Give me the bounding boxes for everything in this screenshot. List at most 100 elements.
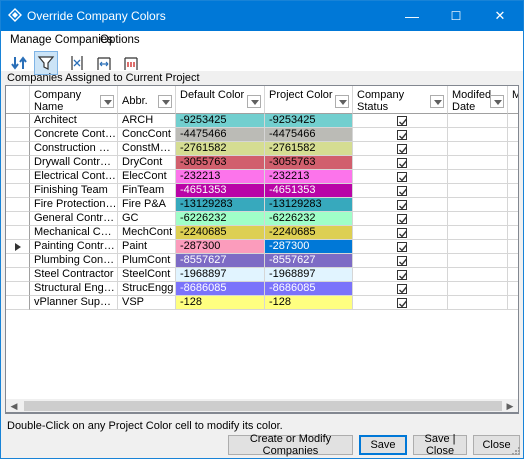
company-name-cell[interactable]: General Contractor: [30, 212, 118, 226]
abbr-cell[interactable]: SteelCont: [118, 268, 176, 282]
modified-by-cell[interactable]: [508, 128, 518, 142]
column-filter-button[interactable]: [158, 95, 172, 108]
column-header-abbr[interactable]: Abbr.: [118, 86, 176, 114]
column-header-modified-by[interactable]: Mo By: [508, 86, 518, 114]
status-checkbox[interactable]: [397, 256, 408, 266]
company-name-cell[interactable]: Steel Contractor: [30, 268, 118, 282]
table-row[interactable]: General ContractorGC-6226232-6226232: [6, 212, 518, 226]
row-header[interactable]: [6, 296, 30, 310]
project-color-cell[interactable]: -8557627: [265, 254, 353, 268]
company-status-cell[interactable]: [353, 268, 448, 282]
status-checkbox[interactable]: [397, 172, 408, 182]
modified-date-cell[interactable]: [448, 114, 508, 128]
company-name-cell[interactable]: Structural Engineer: [30, 282, 118, 296]
abbr-cell[interactable]: VSP: [118, 296, 176, 310]
status-checkbox[interactable]: [397, 270, 408, 280]
company-name-cell[interactable]: Construction Management: [30, 142, 118, 156]
modified-date-cell[interactable]: [448, 128, 508, 142]
save-button[interactable]: Save: [359, 435, 407, 455]
company-status-cell[interactable]: [353, 226, 448, 240]
table-row[interactable]: Concrete ContractorConcCont-4475466-4475…: [6, 128, 518, 142]
default-color-cell[interactable]: -1968897: [176, 268, 265, 282]
modified-date-cell[interactable]: [448, 184, 508, 198]
row-header[interactable]: [6, 170, 30, 184]
abbr-cell[interactable]: MechCont: [118, 226, 176, 240]
modified-by-cell[interactable]: [508, 156, 518, 170]
row-header[interactable]: [6, 156, 30, 170]
close-window-button[interactable]: ✕: [478, 1, 522, 31]
company-status-cell[interactable]: [353, 254, 448, 268]
company-status-cell[interactable]: [353, 128, 448, 142]
modified-by-cell[interactable]: [508, 282, 518, 296]
modified-date-cell[interactable]: [448, 142, 508, 156]
project-color-cell[interactable]: -1968897: [265, 268, 353, 282]
modified-by-cell[interactable]: [508, 254, 518, 268]
modified-date-cell[interactable]: [448, 254, 508, 268]
default-color-cell[interactable]: -2761582: [176, 142, 265, 156]
company-status-cell[interactable]: [353, 296, 448, 310]
modified-date-cell[interactable]: [448, 170, 508, 184]
default-color-cell[interactable]: -3055763: [176, 156, 265, 170]
project-color-cell[interactable]: -2240685: [265, 226, 353, 240]
modified-by-cell[interactable]: [508, 114, 518, 128]
abbr-cell[interactable]: ElecCont: [118, 170, 176, 184]
modified-by-cell[interactable]: [508, 198, 518, 212]
default-color-cell[interactable]: -8686085: [176, 282, 265, 296]
project-color-cell[interactable]: -13129283: [265, 198, 353, 212]
abbr-cell[interactable]: Paint: [118, 240, 176, 254]
column-filter-button[interactable]: [100, 95, 114, 108]
modified-date-cell[interactable]: [448, 282, 508, 296]
company-name-cell[interactable]: Concrete Contractor: [30, 128, 118, 142]
status-checkbox[interactable]: [397, 228, 408, 238]
status-checkbox[interactable]: [397, 144, 408, 154]
default-color-cell[interactable]: -9253425: [176, 114, 265, 128]
column-header-modified-date[interactable]: Modifed Date: [448, 86, 508, 114]
modified-by-cell[interactable]: [508, 184, 518, 198]
abbr-cell[interactable]: GC: [118, 212, 176, 226]
row-header[interactable]: [6, 226, 30, 240]
companies-grid[interactable]: Company Name Abbr. Default Color Project Co…: [5, 85, 519, 414]
company-status-cell[interactable]: [353, 198, 448, 212]
menu-manage-companies[interactable]: Manage Companies: [10, 34, 113, 46]
table-row[interactable]: Steel Contractor SteelCont -1968897 -196889…: [6, 268, 518, 282]
project-color-cell[interactable]: -128: [265, 296, 353, 310]
menu-options[interactable]: Options: [100, 34, 140, 46]
modified-date-cell[interactable]: [448, 296, 508, 310]
default-color-cell[interactable]: -2240685: [176, 226, 265, 240]
column-header-project-color[interactable]: Project Color: [265, 86, 353, 114]
abbr-cell[interactable]: ConcCont: [118, 128, 176, 142]
abbr-cell[interactable]: StrucEngg: [118, 282, 176, 296]
company-status-cell[interactable]: [353, 212, 448, 226]
row-header[interactable]: [6, 114, 30, 128]
status-checkbox[interactable]: [397, 130, 408, 140]
modified-by-cell[interactable]: [508, 142, 518, 156]
table-row[interactable]: Drywall Contractor DryCont -3055763 -305576…: [6, 156, 518, 170]
resize-grip-icon[interactable]: [511, 446, 521, 456]
modified-by-cell[interactable]: [508, 212, 518, 226]
abbr-cell[interactable]: ConstMgmt: [118, 142, 176, 156]
company-name-cell[interactable]: Plumbing Contractor: [30, 254, 118, 268]
minimize-button[interactable]: —: [390, 1, 434, 31]
status-checkbox[interactable]: [397, 284, 408, 294]
default-color-cell[interactable]: -232213: [176, 170, 265, 184]
table-row[interactable]: Mechanical ContractorMechCont-2240685-22…: [6, 226, 518, 240]
scroll-right-icon[interactable]: ▶: [504, 401, 516, 411]
abbr-cell[interactable]: ARCH: [118, 114, 176, 128]
table-row[interactable]: Fire Protection & AlarmFire P&A-13129283…: [6, 198, 518, 212]
table-row[interactable]: vPlanner Support VSP -128 -128: [6, 296, 518, 310]
default-color-cell[interactable]: -4651353: [176, 184, 265, 198]
column-filter-button[interactable]: [430, 95, 444, 108]
abbr-cell[interactable]: DryCont: [118, 156, 176, 170]
status-checkbox[interactable]: [397, 158, 408, 168]
row-header[interactable]: [6, 198, 30, 212]
table-row[interactable]: Electrical ContractorElecCont-232213-232…: [6, 170, 518, 184]
company-name-cell[interactable]: Painting Contractor: [30, 240, 118, 254]
maximize-button[interactable]: ☐: [434, 1, 478, 31]
row-header[interactable]: [6, 282, 30, 296]
row-header[interactable]: [6, 254, 30, 268]
abbr-cell[interactable]: FinTeam: [118, 184, 176, 198]
company-status-cell[interactable]: [353, 170, 448, 184]
status-checkbox[interactable]: [397, 214, 408, 224]
column-header-company-name[interactable]: Company Name: [30, 86, 118, 114]
modified-date-cell[interactable]: [448, 226, 508, 240]
